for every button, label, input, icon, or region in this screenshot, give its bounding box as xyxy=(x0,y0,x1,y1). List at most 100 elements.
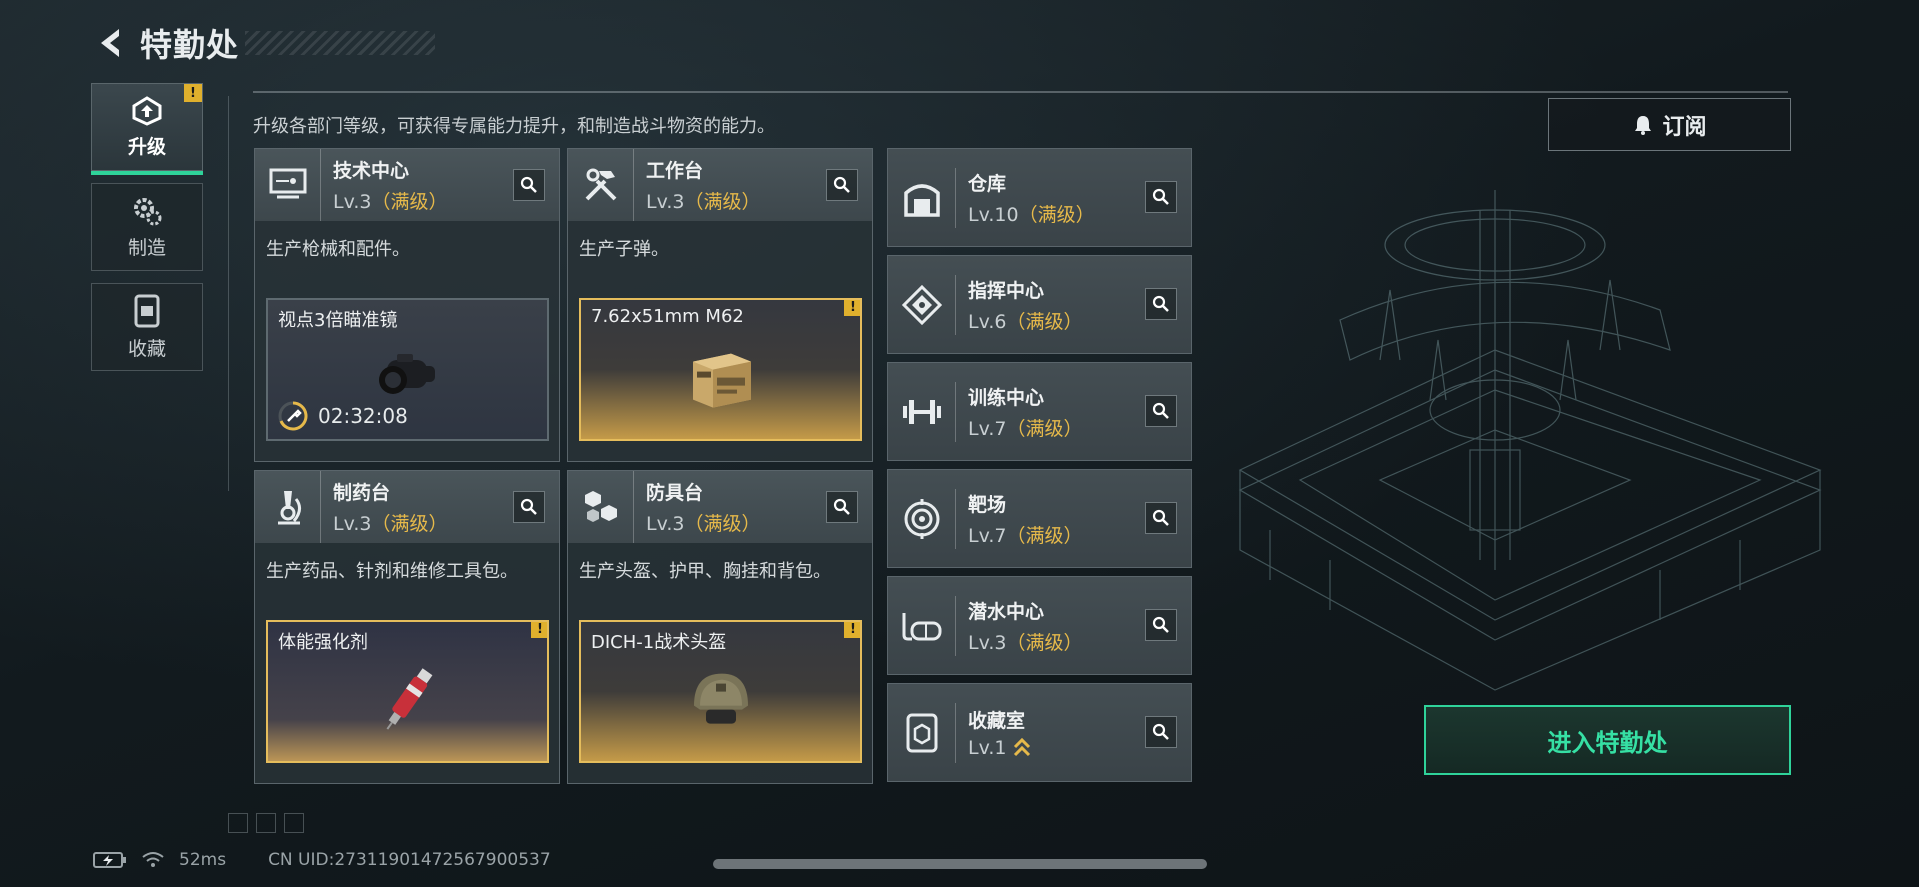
facility-description: 生产药品、针剂和维修工具包。 xyxy=(266,561,518,582)
inspect-button[interactable] xyxy=(1145,395,1177,427)
scope-image xyxy=(378,353,435,394)
inspect-button[interactable] xyxy=(826,169,858,201)
divider xyxy=(228,96,229,491)
facility-card-collection-room[interactable]: 收藏室 Lv.1 xyxy=(887,683,1192,782)
warehouse-icon xyxy=(903,183,940,217)
facility-card-armory[interactable]: 防具台 Lv.3（满级） 生产头盔、护甲、胸挂和背包。 ! DICH-1战术头盔 xyxy=(567,470,873,784)
hammer-wrench-icon xyxy=(585,168,616,201)
decorative-squares xyxy=(228,813,312,833)
product-name: 7.62x51mm M62 xyxy=(591,306,744,327)
base-blueprint-illustration xyxy=(1238,190,1822,691)
facility-level: Lv.3 xyxy=(333,191,372,213)
facility-card-pharmacy[interactable]: 制药台 Lv.3（满级） 生产药品、针剂和维修工具包。 ! 体能强化剂 xyxy=(254,470,560,784)
facility-name: 工作台 xyxy=(646,160,704,182)
alert-badge: ! xyxy=(184,84,202,102)
inspect-button[interactable] xyxy=(1145,609,1177,641)
facility-name: 训练中心 xyxy=(968,386,1045,409)
facility-level: Lv.7 xyxy=(968,524,1007,547)
max-level-tag: （满级） xyxy=(371,513,448,535)
computer-icon xyxy=(269,168,306,199)
dumbbell-icon xyxy=(902,399,941,424)
inspect-button[interactable] xyxy=(1145,502,1177,534)
facility-name: 制药台 xyxy=(333,482,391,504)
max-level-tag: （满级） xyxy=(1006,310,1083,333)
ping-value: 52ms xyxy=(179,850,227,870)
facility-card-warehouse[interactable]: 仓库 Lv.10（满级） xyxy=(887,148,1192,247)
facility-level: Lv.3 xyxy=(646,513,685,535)
facility-card-tech-center[interactable]: 技术中心 Lv.3（满级） 生产枪械和配件。 视点3倍瞄准镜 02:32:08 xyxy=(254,148,560,462)
facility-level: Lv.1 xyxy=(968,737,1007,759)
production-slot[interactable]: ! DICH-1战术头盔 xyxy=(579,620,862,763)
bell-icon xyxy=(1635,115,1652,135)
facility-name: 技术中心 xyxy=(333,160,410,182)
max-level-tag: （满级） xyxy=(1018,203,1095,226)
inspect-button[interactable] xyxy=(1145,288,1177,320)
facility-level: Lv.3 xyxy=(646,191,685,213)
subscribe-label: 订阅 xyxy=(1662,114,1707,140)
ammo-box-image xyxy=(692,353,751,408)
search-icon xyxy=(520,498,537,515)
inspect-button[interactable] xyxy=(513,169,545,201)
facility-name: 收藏室 xyxy=(968,710,1026,732)
gear-icon xyxy=(134,197,162,225)
max-level-tag: （满级） xyxy=(371,191,448,213)
search-icon xyxy=(520,176,537,193)
alert-badge: ! xyxy=(531,622,547,638)
facility-level: Lv.3 xyxy=(333,513,372,535)
search-icon xyxy=(1152,402,1169,419)
status-bar: 52ms CN UID:27311901472567900537 xyxy=(93,850,565,870)
divider xyxy=(253,91,1788,93)
max-level-tag: （满级） xyxy=(684,191,761,213)
facility-card-shooting-range[interactable]: 靶场 Lv.7（满级） xyxy=(887,469,1192,568)
microscope-icon xyxy=(277,491,301,525)
collection-icon xyxy=(134,294,160,327)
inspect-button[interactable] xyxy=(513,491,545,523)
search-icon xyxy=(1152,295,1169,312)
back-button[interactable] xyxy=(90,22,132,64)
diving-mask-icon xyxy=(902,612,941,640)
facility-card-command-center[interactable]: 指挥中心 Lv.6（满级） xyxy=(887,255,1192,354)
search-icon xyxy=(833,176,850,193)
subscribe-button[interactable]: 订阅 xyxy=(1548,98,1791,151)
facility-description: 生产头盔、护甲、胸挂和背包。 xyxy=(579,561,831,582)
upgrade-available-icon xyxy=(1014,737,1031,757)
production-slot[interactable]: ! 7.62x51mm M62 xyxy=(579,298,862,441)
product-name: 视点3倍瞄准镜 xyxy=(278,310,398,331)
inspect-button[interactable] xyxy=(1145,716,1177,748)
max-level-tag: （满级） xyxy=(1006,631,1083,654)
alert-badge: ! xyxy=(844,300,860,316)
title-decoration xyxy=(245,31,436,55)
facility-level: Lv.10 xyxy=(968,203,1019,226)
facility-description: 生产枪械和配件。 xyxy=(266,239,410,260)
facility-card-workbench[interactable]: 工作台 Lv.3（满级） 生产子弹。 ! 7.62x51mm M62 xyxy=(567,148,873,462)
facility-level: Lv.7 xyxy=(968,417,1007,440)
facility-name: 指挥中心 xyxy=(968,279,1045,302)
home-indicator[interactable] xyxy=(713,859,1207,869)
nav-item-upgrade[interactable]: ! 升级 xyxy=(91,83,203,175)
facility-description: 生产子弹。 xyxy=(579,239,669,260)
nav-label: 收藏 xyxy=(127,337,166,360)
enter-special-ops-button[interactable]: 进入特勤处 xyxy=(1424,705,1791,775)
max-level-tag: （满级） xyxy=(1006,417,1083,440)
production-slot[interactable]: 视点3倍瞄准镜 02:32:08 xyxy=(266,298,549,441)
product-name: DICH-1战术头盔 xyxy=(591,632,727,653)
collection-room-icon xyxy=(906,713,937,752)
command-icon xyxy=(901,284,942,325)
facility-name: 仓库 xyxy=(968,172,1007,195)
nav-item-collection[interactable]: 收藏 xyxy=(91,283,203,371)
nav-label: 制造 xyxy=(127,236,166,259)
production-slot[interactable]: ! 体能强化剂 xyxy=(266,620,549,763)
max-level-tag: （满级） xyxy=(1006,524,1083,547)
product-name: 体能强化剂 xyxy=(278,632,368,653)
facility-card-training-center[interactable]: 训练中心 Lv.7（满级） xyxy=(887,362,1192,461)
inspect-button[interactable] xyxy=(826,491,858,523)
inspect-button[interactable] xyxy=(1145,181,1177,213)
nav-item-craft[interactable]: 制造 xyxy=(91,183,203,271)
facility-card-diving-center[interactable]: 潜水中心 Lv.3（满级） xyxy=(887,576,1192,675)
search-icon xyxy=(1152,723,1169,740)
wifi-icon xyxy=(142,852,164,867)
search-icon xyxy=(833,498,850,515)
helmet-image xyxy=(693,673,748,724)
search-icon xyxy=(1152,616,1169,633)
facility-name: 潜水中心 xyxy=(968,600,1045,623)
